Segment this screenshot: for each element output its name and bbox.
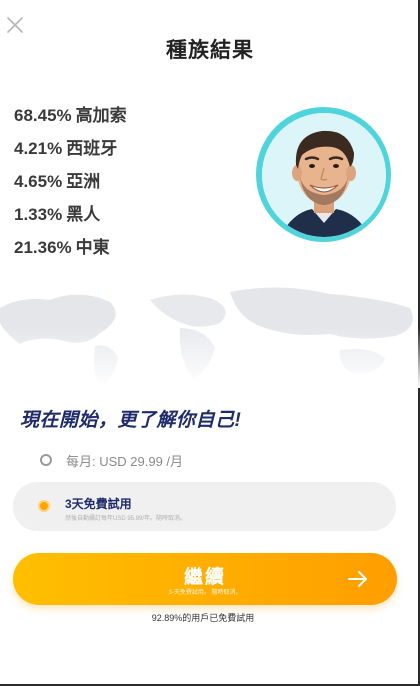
radio-selected-icon[interactable] bbox=[40, 502, 48, 510]
result-row: 4.65% 亞洲 bbox=[14, 170, 127, 203]
arrow-right-icon bbox=[348, 571, 367, 587]
result-label: 中東 bbox=[75, 238, 110, 257]
continue-button-sublabel: 3-天免費試用。 隨時取消。 bbox=[168, 590, 242, 596]
avatar bbox=[256, 107, 391, 242]
result-label: 黑人 bbox=[66, 205, 101, 224]
result-label: 亞洲 bbox=[66, 172, 101, 191]
trial-stat-footnote: 92.89%的用戶已免費試用 bbox=[151, 613, 255, 623]
monthly-plan-option[interactable]: 每月: USD 29.99 /月 bbox=[40, 450, 183, 470]
result-percent: 4.65% bbox=[14, 172, 63, 191]
continue-button[interactable]: 繼續 3-天免費試用。 隨時取消。 bbox=[13, 553, 397, 605]
continue-button-label: 繼續 bbox=[183, 567, 226, 588]
result-percent: 1.33% bbox=[14, 205, 63, 224]
result-label: 西班牙 bbox=[66, 139, 118, 158]
page-title: 種族結果 bbox=[166, 39, 254, 62]
trial-plan-option[interactable]: 3天免費試用 然後自動續訂每年USD 95.99/年。隨時取消。 bbox=[13, 482, 396, 531]
trial-plan-subtitle: 然後自動續訂每年USD 95.99/年。隨時取消。 bbox=[65, 516, 187, 522]
result-percent: 68.45% bbox=[14, 106, 72, 125]
world-map-background bbox=[0, 278, 420, 388]
close-icon[interactable] bbox=[6, 16, 24, 34]
result-row: 1.33% 黑人 bbox=[14, 203, 127, 236]
result-row: 21.36% 中東 bbox=[14, 236, 127, 269]
face-avatar-icon bbox=[261, 112, 386, 237]
result-row: 4.21% 西班牙 bbox=[14, 137, 127, 170]
radio-unselected-icon[interactable] bbox=[40, 454, 52, 466]
results-list: 68.45% 高加索 4.21% 西班牙 4.65% 亞洲 1.33% 黑人 21.36… bbox=[14, 104, 127, 269]
result-row: 68.45% 高加索 bbox=[14, 104, 127, 137]
trial-plan-title: 3天免費試用 bbox=[65, 497, 132, 511]
result-percent: 4.21% bbox=[14, 139, 63, 158]
result-label: 高加索 bbox=[75, 106, 127, 125]
result-percent: 21.36% bbox=[14, 238, 72, 257]
offer-headline: 現在開始，更了解你自己! bbox=[20, 410, 242, 431]
monthly-plan-label: 每月: USD 29.99 /月 bbox=[66, 453, 184, 469]
